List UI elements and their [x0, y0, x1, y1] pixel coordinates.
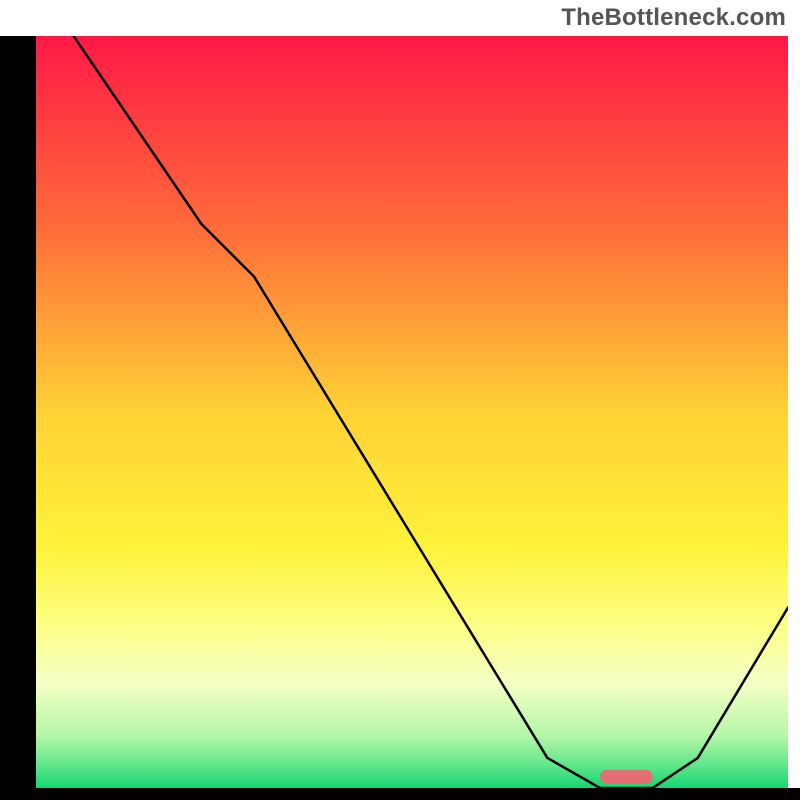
bottleneck-chart: TheBottleneck.com: [0, 0, 800, 800]
attribution-watermark: TheBottleneck.com: [561, 4, 786, 32]
axis-left: [0, 36, 36, 800]
optimal-range-marker: [600, 770, 653, 784]
chart-svg: [0, 0, 800, 800]
axis-bottom: [0, 788, 800, 800]
